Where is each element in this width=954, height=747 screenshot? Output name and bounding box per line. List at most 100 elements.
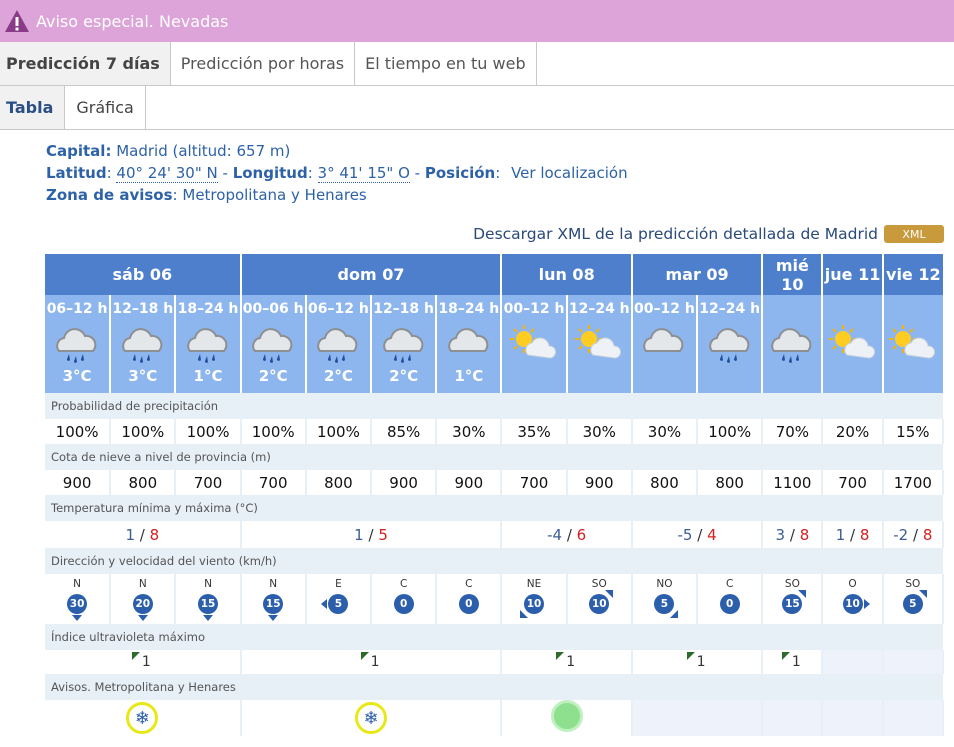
longitud-value: 3° 41' 15" O — [317, 164, 410, 183]
rain-cloud-icon — [307, 319, 370, 367]
aviso-cell[interactable] — [501, 700, 633, 736]
wind-speed: 5 — [909, 598, 917, 610]
wind-cell: NO 5 — [631, 574, 699, 624]
precip-row: 100% 100% 100% 100% 100% 85% 30% 35% 30% 30% 100% 7… — [45, 419, 945, 444]
aviso-cell[interactable]: ❄ — [240, 700, 503, 736]
tab-prediccion-por-horas[interactable]: Predicción por horas — [171, 42, 356, 85]
aviso-cell[interactable]: ❄ — [45, 700, 242, 736]
day-header: lun 08 — [501, 254, 633, 295]
rain-cloud-icon — [698, 319, 761, 367]
wind-direction: N — [138, 578, 147, 590]
wind-arrow-icon — [203, 615, 213, 621]
special-alert-bar[interactable]: Aviso especial. Nevadas — [0, 0, 954, 42]
period-temp: 2°C — [258, 367, 288, 385]
wind-speed: 20 — [135, 598, 151, 610]
uv-cell: 1 — [45, 650, 242, 674]
temp-min: -4 — [547, 525, 563, 544]
period-label: 00–12 h — [634, 301, 695, 317]
wind-arrow-icon — [918, 590, 927, 598]
wind-direction: N — [204, 578, 212, 590]
longitud-label: Longitud — [232, 164, 308, 182]
wind-speed: 15 — [785, 598, 800, 610]
wind-speed-badge: 15 — [198, 594, 218, 621]
uv-cell: 1 — [631, 650, 764, 674]
temp-min: 3 — [775, 525, 786, 544]
green-circle-icon[interactable] — [550, 700, 583, 732]
snow-level-value: 900 — [45, 470, 112, 495]
wind-speed: 0 — [465, 598, 473, 610]
rain-cloud-icon — [763, 319, 821, 367]
wind-arrow-icon — [137, 615, 148, 621]
wind-speed-badge: 15 — [782, 590, 807, 614]
wind-arrow-icon — [863, 599, 870, 609]
temp-max: 8 — [859, 525, 870, 544]
period-cell: 06–12 h 2°C — [305, 295, 373, 393]
temp-sep: / — [368, 525, 374, 544]
day-header: mié 10 — [762, 254, 824, 295]
zona-label: Zona de avisos — [46, 186, 173, 204]
temp-max: 6 — [576, 525, 587, 544]
temp-minmax: 1 / 8 — [822, 521, 884, 548]
aviso-empty-cell — [631, 700, 764, 736]
wind-speed: 30 — [69, 598, 85, 610]
periods-row: 06–12 h 3°C 12–18 h 3°C 18–24 h 1°C 00–06 h… — [45, 295, 943, 393]
temp-sep: / — [913, 525, 919, 544]
sun-cloud-icon — [568, 319, 631, 367]
uv-value: 1 — [363, 654, 380, 670]
wind-speed-badge: 0 — [458, 594, 479, 614]
period-cell: 00–12 h — [501, 295, 568, 393]
xml-download-link[interactable]: Descargar XML de la predicción detallada… — [473, 225, 878, 243]
wind-speed: 15 — [265, 598, 281, 610]
temp-min: -2 — [893, 525, 909, 544]
snow-level-value: 900 — [566, 470, 633, 495]
tab-tabla[interactable]: Tabla — [0, 86, 66, 129]
uv-value: 1 — [689, 654, 706, 670]
wind-speed: 15 — [200, 598, 216, 610]
wind-cell: NE 10 — [501, 574, 568, 624]
uv-value: 1 — [558, 654, 575, 670]
precip-value: 15% — [882, 419, 945, 444]
wind-arrow-icon — [605, 590, 614, 598]
day-header: dom 07 — [240, 254, 503, 295]
precip-value: 30% — [566, 419, 633, 444]
temp-minmax: -5 / 4 — [631, 521, 764, 548]
sun-cloud-icon — [502, 319, 565, 367]
wind-direction: NO — [656, 578, 673, 590]
wind-speed-badge: 10 — [842, 594, 870, 614]
snow-level-row: 900 800 700 700 800 900 900 700 900 800 800 1100 700… — [45, 470, 945, 495]
period-label: 06–12 h — [46, 301, 108, 317]
days-row: sáb 06 dom 07 lun 08 mar 09 mié 10 jue 1… — [45, 254, 943, 295]
snow-icon[interactable]: ❄ — [126, 702, 159, 734]
period-label: 12–24 h — [568, 301, 630, 317]
wind-direction: N — [73, 578, 82, 590]
snow-icon[interactable]: ❄ — [355, 702, 388, 734]
aviso-empty-cell — [762, 700, 824, 736]
tab-grafica[interactable]: Gráfica — [65, 86, 146, 129]
tab-prediccion-7-dias[interactable]: Predicción 7 días — [0, 42, 171, 85]
forecast-table: sáb 06 dom 07 lun 08 mar 09 mié 10 jue 1… — [45, 254, 945, 736]
period-label — [763, 301, 821, 319]
precip-value: 30% — [436, 419, 503, 444]
wind-cell: N 15 — [240, 574, 307, 624]
temp-min: 1 — [354, 525, 364, 544]
period-cell — [882, 295, 943, 393]
section-nieve-label: Cota de nieve a nivel de provincia (m) — [45, 444, 943, 470]
tab-el-tiempo-en-tu-web[interactable]: El tiempo en tu web — [355, 42, 537, 85]
section-uv-label: Índice ultravioleta máximo — [45, 624, 943, 650]
xml-badge-button[interactable]: XML — [884, 225, 944, 243]
wind-arrow-icon — [798, 590, 807, 598]
temp-min: 1 — [125, 525, 135, 544]
snow-level-value: 700 — [175, 470, 242, 495]
uv-row: 1 1 1 1 1 — [45, 650, 945, 674]
wind-speed-badge: 0 — [393, 594, 414, 614]
ver-localizacion-link[interactable]: Ver localización — [511, 164, 628, 182]
snow-level-value: 900 — [371, 470, 438, 495]
alert-text[interactable]: Aviso especial. Nevadas — [36, 12, 228, 31]
main-tabs: Predicción 7 días Predicción por horas E… — [0, 42, 954, 86]
period-label: 12–18 h — [373, 301, 435, 317]
wind-direction: N — [269, 578, 278, 590]
wind-row: N 30 N 20 N 15 N 15 E 5C 0C 0 NE 10 SO 10 NO 5C… — [45, 574, 945, 624]
wind-cell: SO 10 — [566, 574, 633, 624]
snow-level-value: 700 — [822, 470, 884, 495]
period-temp: 2°C — [323, 367, 353, 385]
